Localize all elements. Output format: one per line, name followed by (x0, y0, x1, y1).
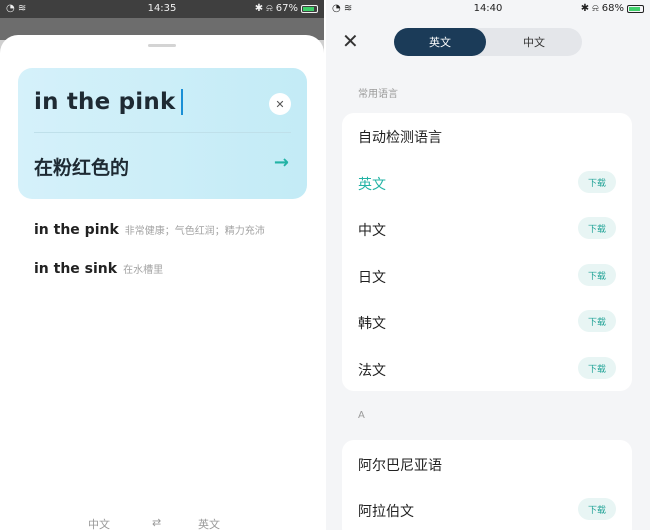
bluetooth-icon: ✱ (580, 3, 590, 14)
card-divider (34, 132, 291, 133)
language-name: 阿尔巴尼亚语 (358, 458, 442, 474)
close-icon[interactable]: ✕ (342, 30, 359, 52)
suggestion-phrase: in the pink (34, 222, 119, 238)
query-input[interactable]: in the pink (34, 89, 184, 115)
language-name: 中文 (358, 223, 386, 239)
language-name: 韩文 (358, 316, 386, 332)
query-text: in the pink (34, 89, 176, 115)
sheet-grabber[interactable] (148, 44, 176, 47)
download-button[interactable]: 下载 (578, 357, 616, 379)
translate-input-screen: ◔ ≋ 14:35 ✱ ⍾ 67% in the pink ✕ 在粉红色的 → … (0, 0, 324, 530)
download-button[interactable]: 下载 (578, 264, 616, 286)
language-row-japanese[interactable]: 日文 下载 (342, 253, 632, 299)
language-name: 英文 (358, 177, 386, 193)
mute-icon: ⍾ (592, 3, 599, 14)
swap-icon[interactable]: ⇄ (152, 516, 161, 529)
language-tab-switch: 英文 中文 (394, 28, 582, 56)
section-header-a: A (358, 410, 365, 421)
mute-icon: ⍾ (266, 3, 273, 14)
language-row-chinese[interactable]: 中文 下载 (342, 206, 632, 252)
translation-result[interactable]: 在粉红色的 (34, 153, 129, 180)
arrow-right-icon[interactable]: → (274, 152, 289, 173)
battery-icon (627, 4, 644, 13)
status-bar: ◔ ≋ 14:35 ✱ ⍾ 67% (0, 0, 324, 18)
suggestion-phrase: in the sink (34, 261, 118, 277)
language-picker-screen: ◔ ≋ 14:40 ✱ ⍾ 68% ✕ 英文 中文 常用语言 自动检测语言 英文… (326, 0, 650, 530)
source-language-button[interactable]: 中文 (88, 516, 110, 530)
status-right: ✱ ⍾ 68% (581, 3, 644, 14)
bluetooth-icon: ✱ (254, 3, 264, 14)
battery-percent: 68% (601, 3, 624, 14)
a-language-list: 阿尔巴尼亚语 阿拉伯文 下载 (342, 440, 632, 530)
status-right: ✱ ⍾ 67% (255, 3, 318, 14)
suggestion-item[interactable]: in the pink 非常健康；气色红润；精力充沛 (34, 222, 265, 238)
language-name: 法文 (358, 363, 386, 379)
language-name: 自动检测语言 (358, 130, 442, 146)
language-row-french[interactable]: 法文 下载 (342, 346, 632, 392)
download-button[interactable]: 下载 (578, 498, 616, 520)
section-header-common: 常用语言 (358, 89, 398, 100)
battery-percent: 67% (275, 3, 298, 14)
battery-icon (301, 4, 318, 13)
bottom-sheet: in the pink ✕ 在粉红色的 → in the pink 非常健康；气… (0, 35, 324, 530)
download-button[interactable]: 下载 (578, 171, 616, 193)
target-language-button[interactable]: 英文 (198, 516, 220, 530)
input-card: in the pink ✕ 在粉红色的 → (18, 68, 307, 199)
text-caret (181, 89, 184, 115)
tab-source-language[interactable]: 中文 (488, 28, 580, 56)
language-bar: 中文 ⇄ 英文 (0, 516, 324, 530)
suggestion-meaning: 非常健康；气色红润；精力充沛 (124, 226, 265, 237)
common-language-list: 自动检测语言 英文 下载 中文 下载 日文 下载 韩文 下载 法文 下载 (342, 113, 632, 391)
language-row-korean[interactable]: 韩文 下载 (342, 299, 632, 345)
language-row-english[interactable]: 英文 下载 (342, 160, 632, 206)
clear-icon[interactable]: ✕ (269, 93, 291, 115)
tab-target-language[interactable]: 英文 (394, 28, 486, 56)
language-name: 日文 (358, 270, 386, 286)
download-button[interactable]: 下载 (578, 217, 616, 239)
suggestion-item[interactable]: in the sink 在水槽里 (34, 261, 163, 277)
language-name: 阿拉伯文 (358, 504, 414, 520)
download-button[interactable]: 下载 (578, 310, 616, 332)
language-row-arabic[interactable]: 阿拉伯文 下载 (342, 487, 632, 530)
status-bar: ◔ ≋ 14:40 ✱ ⍾ 68% (326, 0, 650, 18)
suggestion-meaning: 在水槽里 (123, 265, 164, 276)
language-row-albanian[interactable]: 阿尔巴尼亚语 (342, 441, 632, 487)
language-row-auto-detect[interactable]: 自动检测语言 (342, 113, 632, 159)
